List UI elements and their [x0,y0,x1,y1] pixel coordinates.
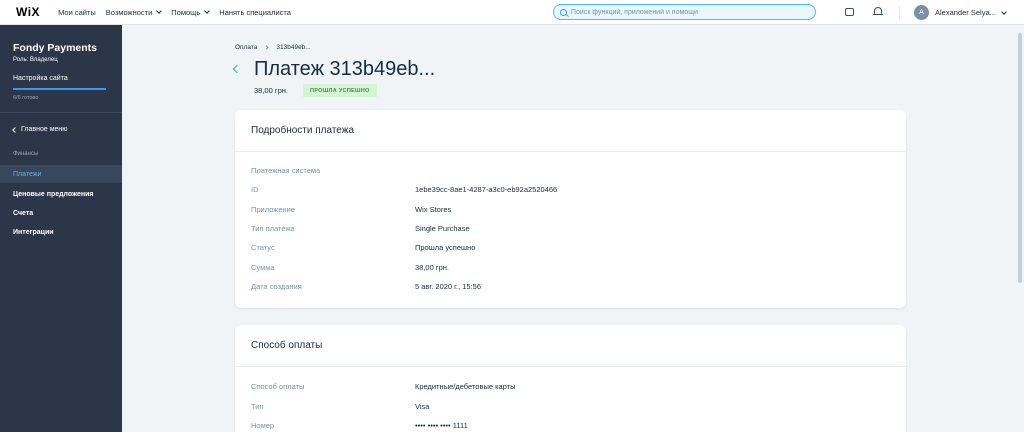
card-title: Подробности платежа [251,125,355,136]
card-divider [235,366,906,367]
method-row-number: Номер •••• •••• •••• 1111 [251,421,468,430]
payment-details-card: Подробности платежа Платежная система ID… [235,110,906,308]
search-input[interactable] [571,8,801,16]
method-value: •••• •••• •••• 1111 [415,421,468,430]
method-value: Кредитные/дебетовые карты [415,382,516,391]
chevron-down-icon [204,8,211,14]
detail-label: Дата создания [251,282,302,291]
nav-help-label: Помощь [171,7,201,17]
page-title: Платеж 313b49eb... [254,58,436,80]
nav-my-sites-label: Мои сайты [58,7,96,17]
main-menu-link[interactable]: Главное меню [12,126,68,133]
detail-row-payment-system: Платежная система [251,166,415,175]
back-arrow-icon[interactable] [232,64,242,74]
method-label: Способ оплаты [251,382,305,391]
sidebar-item-label: Интеграции [13,228,54,236]
sidebar-item-label: Ценовые предложения [13,190,94,198]
site-role: Роль: Владелец [13,57,58,63]
username-label: Alexander Selya... [935,8,996,17]
chevron-down-icon [1001,8,1007,15]
section-label-finance: Финансы [13,151,39,157]
sidebar-item-pricing-plans[interactable]: Ценовые предложения [0,185,122,203]
setup-progress-fill [13,88,106,90]
sidebar-item-invoices[interactable]: Счета [0,204,122,222]
detail-value: Прошла успешно [415,243,476,252]
detail-value: Single Purchase [415,224,470,233]
topbar-divider [899,6,900,19]
breadcrumb-payments-link[interactable]: Оплата [235,44,257,51]
method-label: Номер [251,421,275,430]
method-row-method: Способ оплаты Кредитные/дебетовые карты [251,382,516,391]
detail-label: ID [251,185,259,194]
nav-features[interactable]: Возможности [105,7,163,17]
setup-progress-text: 6/6 готово [13,95,39,101]
detail-value: 38,00 грн. [415,263,449,272]
avatar[interactable]: A [914,5,929,20]
setup-progress-bar [13,88,106,90]
detail-label: Платежная система [251,166,321,175]
nav-my-sites[interactable]: Мои сайты [58,8,96,17]
chevron-right-icon [264,45,269,50]
main-menu-label: Главное меню [21,126,68,133]
nav-help[interactable]: Помощь [171,7,211,17]
site-name: Fondy Payments [13,42,98,54]
status-badge: ПРОШЛА УСПЕШНО [303,84,377,97]
detail-row-amount: Сумма 38,00 грн. [251,263,449,272]
top-nav: Мои сайты Возможности Помощь Нанять спец… [58,8,291,17]
nav-hire-expert-label: Нанять специалиста [219,7,291,17]
search-icon [560,8,567,16]
detail-row-id: ID 1ebe39cc-8ae1-4287-a3c0-eb92a2520466 [251,185,557,194]
scrollbar-thumb[interactable] [1018,33,1022,283]
nav-features-label: Возможности [105,7,153,17]
detail-row-app: Приложение Wix Stores [251,205,451,214]
detail-row-created: Дата создания 5 авг. 2020 г., 15:56 [251,282,481,291]
payment-method-card: Способ оплаты Способ оплаты Кредитные/деб… [235,325,906,432]
detail-label: Сумма [251,263,275,272]
sidebar-item-payments[interactable]: Платежи [0,165,122,183]
payment-amount: 38,00 грн. [254,86,288,95]
detail-label: Тип платежа [251,224,295,233]
detail-label: Приложение [251,205,295,214]
scrollbar[interactable] [1016,25,1024,432]
sidebar-divider [0,112,122,113]
sidebar-item-label: Платежи [13,170,42,178]
breadcrumb-current: 313b49eb... [276,44,311,51]
breadcrumb: Оплата 313b49eb... [235,44,311,51]
user-menu[interactable]: Alexander Selya... [935,8,1007,17]
chevron-down-icon [156,8,163,14]
sidebar-item-integrations[interactable]: Интеграции [0,223,122,241]
bell-icon[interactable] [873,7,883,16]
detail-row-status: Статус Прошла успешно [251,243,475,252]
nav-hire-expert[interactable]: Нанять специалиста [219,8,291,17]
wix-logo[interactable]: WiX [16,5,40,19]
sidebar: Fondy Payments Роль: Владелец Настройка … [0,25,122,432]
method-row-type: Тип Visa [251,402,429,411]
top-bar: WiX Мои сайты Возможности Помощь Нанять … [0,0,1024,25]
detail-label: Статус [251,243,275,252]
detail-value: 5 авг. 2020 г., 15:56 [415,282,482,291]
site-setup-link[interactable]: Настройка сайта [13,75,68,82]
chevron-left-icon [12,126,18,133]
card-title: Способ оплаты [251,340,323,351]
method-value: Visa [415,402,430,411]
chat-icon[interactable] [845,8,854,16]
card-divider [235,151,906,152]
method-label: Тип [251,402,264,411]
detail-value: 1ebe39cc-8ae1-4287-a3c0-eb92a2520466 [415,185,558,194]
sidebar-item-label: Счета [13,209,34,217]
search-bar[interactable] [553,4,816,20]
detail-value: Wix Stores [415,205,452,214]
detail-row-payment-type: Тип платежа Single Purchase [251,224,470,233]
